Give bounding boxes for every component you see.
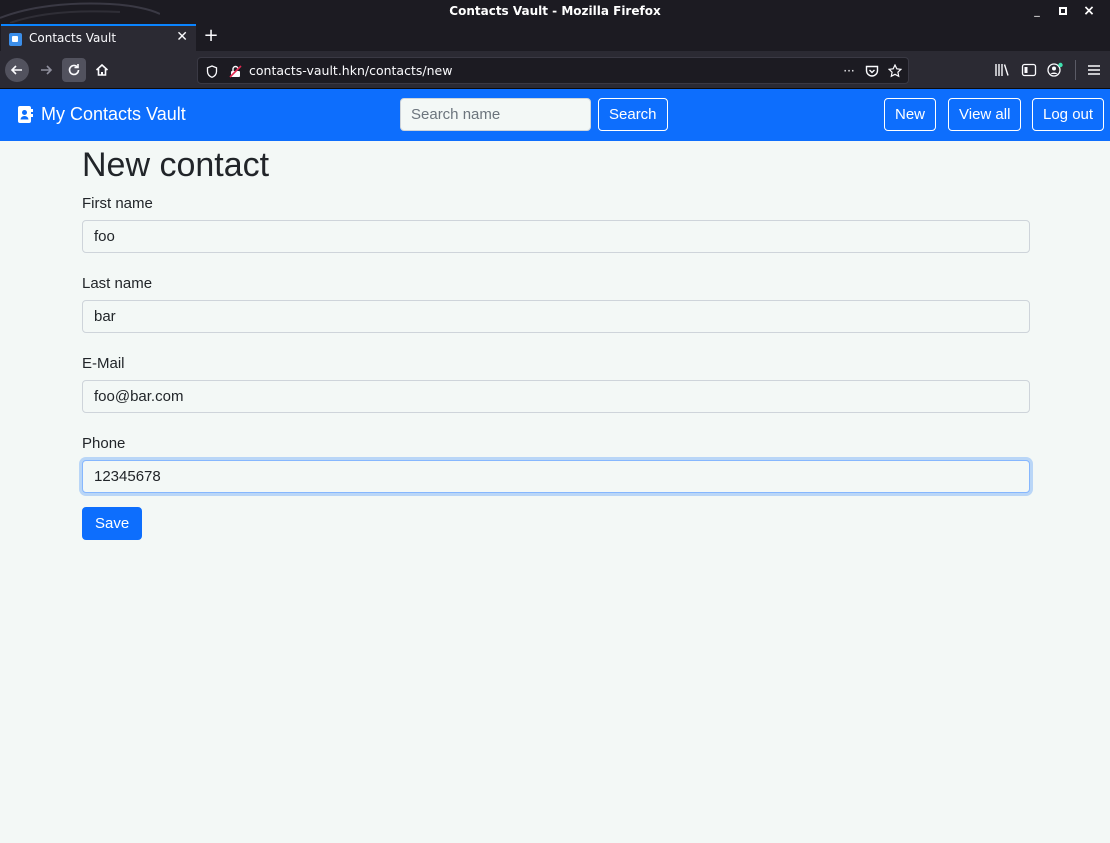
close-tab-icon[interactable]: ✕: [176, 29, 188, 45]
last-name-label: Last name: [82, 275, 153, 292]
page-actions-icon[interactable]: ···: [840, 64, 858, 78]
maximize-button[interactable]: [1054, 2, 1072, 20]
window-title: Contacts Vault - Mozilla Firefox: [449, 4, 661, 18]
main-content: New contact First name Last name E-Mail …: [82, 141, 1030, 540]
contact-card-icon: [9, 33, 22, 46]
sidebar-toggle-icon[interactable]: [1020, 61, 1038, 79]
first-name-group: First name: [82, 194, 1030, 253]
maximize-icon: [1059, 7, 1067, 15]
pocket-icon[interactable]: [865, 64, 879, 78]
arrow-right-icon: [41, 65, 53, 75]
close-window-button[interactable]: ×: [1080, 2, 1098, 20]
arrow-left-icon: [10, 65, 22, 75]
home-icon: [95, 63, 109, 76]
email-label: E-Mail: [82, 355, 125, 372]
email-field[interactable]: [82, 380, 1030, 413]
site-navbar: My Contacts Vault Search New View all Lo…: [0, 89, 1110, 141]
tab-strip: Contacts Vault ✕: [0, 23, 1110, 51]
phone-group: Phone: [82, 434, 1030, 493]
toolbar-separator: [1075, 60, 1076, 80]
insecure-lock-icon[interactable]: [228, 64, 242, 78]
last-name-group: Last name: [82, 274, 1030, 333]
brand-link[interactable]: My Contacts Vault: [18, 104, 186, 125]
window-titlebar: Contacts Vault - Mozilla Firefox _ ×: [0, 0, 1110, 23]
back-button[interactable]: [5, 58, 29, 82]
url-text: contacts-vault.hkn/contacts/new: [249, 63, 453, 78]
save-button[interactable]: Save: [82, 507, 143, 540]
library-icon[interactable]: [993, 61, 1011, 79]
email-group: E-Mail: [82, 354, 1030, 413]
view-all-button[interactable]: View all: [948, 98, 1022, 131]
last-name-field[interactable]: [82, 300, 1030, 333]
first-name-label: First name: [82, 195, 153, 212]
logout-button[interactable]: Log out: [1032, 98, 1105, 131]
reload-button[interactable]: [62, 58, 86, 82]
new-contact-button[interactable]: New: [884, 98, 937, 131]
phone-field[interactable]: [82, 460, 1030, 493]
reload-icon: [68, 64, 80, 76]
tab-contacts-vault[interactable]: Contacts Vault ✕: [1, 24, 196, 51]
bookmark-star-icon[interactable]: [888, 64, 902, 78]
page-title: New contact: [82, 146, 270, 184]
phone-label: Phone: [82, 435, 126, 452]
minimize-button[interactable]: _: [1028, 2, 1046, 20]
first-name-field[interactable]: [82, 220, 1030, 253]
url-bar[interactable]: contacts-vault.hkn/contacts/new ···: [197, 57, 909, 84]
hamburger-menu-icon[interactable]: [1085, 61, 1103, 79]
account-icon[interactable]: [1046, 61, 1064, 79]
tracking-protection-shield-icon[interactable]: [205, 64, 219, 78]
search-input[interactable]: [400, 98, 591, 131]
new-tab-button[interactable]: +: [202, 25, 220, 47]
forward-button[interactable]: [34, 58, 58, 82]
home-button[interactable]: [90, 58, 114, 82]
search-button[interactable]: Search: [598, 98, 668, 131]
browser-toolbar: contacts-vault.hkn/contacts/new ···: [0, 51, 1110, 89]
brand-name: My Contacts Vault: [41, 104, 186, 124]
address-book-icon: [18, 106, 33, 123]
tab-label: Contacts Vault: [29, 31, 117, 45]
